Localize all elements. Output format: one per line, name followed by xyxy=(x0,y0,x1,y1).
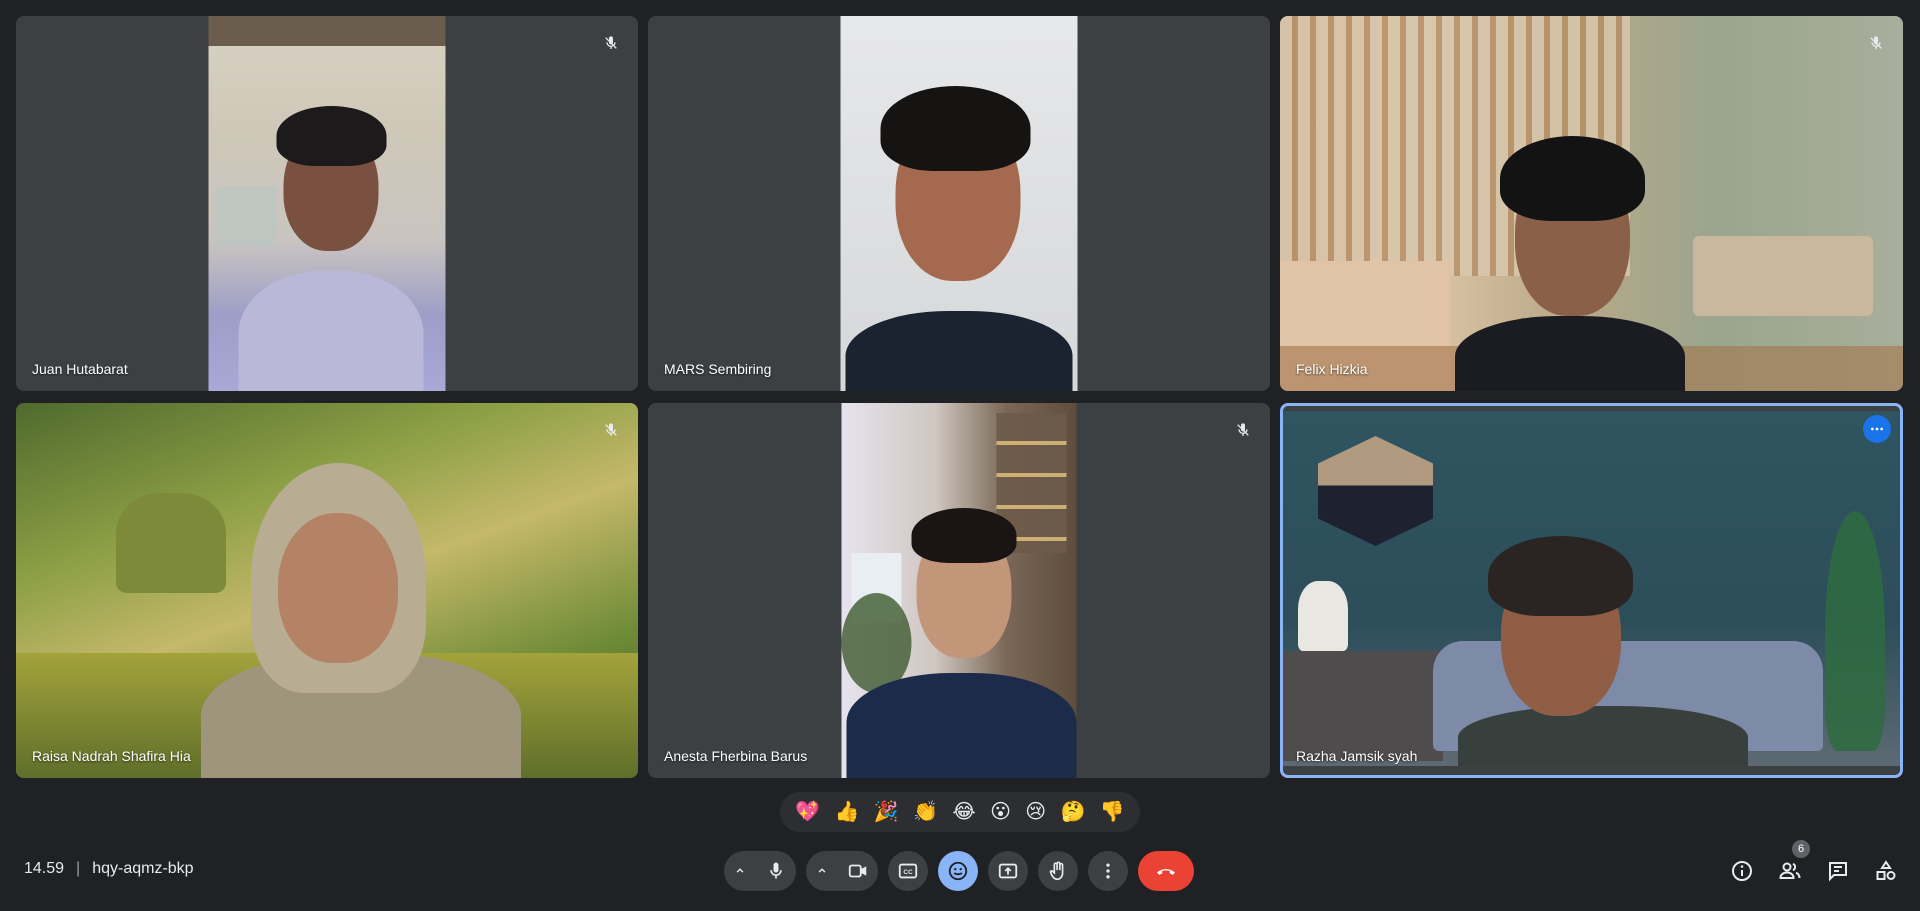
raise-hand-icon xyxy=(1049,861,1064,881)
reaction-clap[interactable]: 👏 xyxy=(913,802,938,822)
meeting-code: hqy-aqmz-bkp xyxy=(92,860,194,877)
video-grid: Juan Hutabarat MARS Sembiring Felix Hizk… xyxy=(16,16,1903,779)
more-options-icon[interactable] xyxy=(1863,415,1891,443)
present-screen-button[interactable] xyxy=(988,851,1028,891)
people-button[interactable]: 6 xyxy=(1768,840,1812,892)
people-count-badge: 6 xyxy=(1792,840,1810,858)
chat-icon xyxy=(1829,862,1847,882)
info-icon xyxy=(1732,861,1752,881)
participant-tile[interactable]: Raisa Nadrah Shafira Hia xyxy=(16,403,638,778)
reaction-thinking[interactable]: 🤔 xyxy=(1061,802,1086,822)
reactions-button[interactable] xyxy=(938,851,978,891)
microphone-button[interactable] xyxy=(756,851,796,891)
activities-button[interactable] xyxy=(1864,850,1908,892)
reaction-party[interactable]: 🎉 xyxy=(874,802,899,822)
reaction-surprised[interactable]: 😮 xyxy=(990,802,1011,822)
participant-video xyxy=(841,403,1077,778)
leave-call-button[interactable] xyxy=(1138,851,1194,891)
participant-tile[interactable]: Felix Hizkia xyxy=(1280,16,1903,391)
muted-mic-icon xyxy=(598,30,624,56)
audio-options-chevron-icon[interactable] xyxy=(724,851,756,891)
chat-button[interactable] xyxy=(1816,850,1860,892)
reactions-bar: 💖 👍 🎉 👏 😂 😮 😢 🤔 👎 xyxy=(780,792,1140,832)
reaction-thumbs-down[interactable]: 👎 xyxy=(1100,802,1125,822)
participant-tile[interactable]: Juan Hutabarat xyxy=(16,16,638,391)
meeting-time: 14.59 xyxy=(24,860,65,877)
svg-text:CC: CC xyxy=(903,869,913,876)
people-icon xyxy=(1779,862,1801,879)
microphone-control xyxy=(724,851,796,891)
participant-tile[interactable]: Anesta Fherbina Barus xyxy=(648,403,1270,778)
separator: | xyxy=(76,860,81,877)
participant-name: Razha Jamsik syah xyxy=(1296,748,1418,764)
microphone-icon xyxy=(770,862,782,879)
muted-mic-icon xyxy=(1230,417,1256,443)
side-panel-controls: 6 xyxy=(1720,840,1908,892)
reaction-thumbs-up[interactable]: 👍 xyxy=(834,802,859,822)
captions-button[interactable]: CC xyxy=(888,851,928,891)
more-vert-icon xyxy=(1106,863,1110,879)
muted-mic-icon xyxy=(598,417,624,443)
participant-name: Felix Hizkia xyxy=(1296,361,1368,377)
participant-video xyxy=(840,16,1078,391)
emoji-icon xyxy=(948,861,968,881)
participant-tile-active-speaker[interactable]: Razha Jamsik syah xyxy=(1280,403,1903,778)
participant-name: Anesta Fherbina Barus xyxy=(664,748,808,764)
participant-tile[interactable]: MARS Sembiring xyxy=(648,16,1270,391)
camera-button[interactable] xyxy=(838,851,878,891)
present-screen-icon xyxy=(998,863,1018,879)
muted-mic-icon xyxy=(1863,30,1889,56)
camera-icon xyxy=(848,864,867,878)
participant-name: Juan Hutabarat xyxy=(32,361,128,377)
reaction-laugh[interactable]: 😂 xyxy=(952,802,975,822)
activities-icon xyxy=(1876,860,1896,880)
camera-control xyxy=(806,851,878,891)
participant-video xyxy=(208,16,446,391)
video-options-chevron-icon[interactable] xyxy=(806,851,838,891)
participant-video xyxy=(1283,411,1900,766)
participant-video xyxy=(16,403,638,778)
raise-hand-button[interactable] xyxy=(1038,851,1078,891)
call-controls: CC xyxy=(724,850,1194,892)
participant-name: MARS Sembiring xyxy=(664,361,772,377)
reaction-heart[interactable]: 💖 xyxy=(795,802,820,822)
end-call-icon xyxy=(1157,869,1175,875)
participant-video xyxy=(1280,16,1903,391)
meeting-details-button[interactable] xyxy=(1720,850,1764,892)
reaction-sad[interactable]: 😢 xyxy=(1025,802,1046,822)
more-options-button[interactable] xyxy=(1088,851,1128,891)
captions-icon: CC xyxy=(898,863,918,879)
meeting-info: 14.59 | hqy-aqmz-bkp xyxy=(24,860,194,878)
participant-name: Raisa Nadrah Shafira Hia xyxy=(32,748,191,764)
